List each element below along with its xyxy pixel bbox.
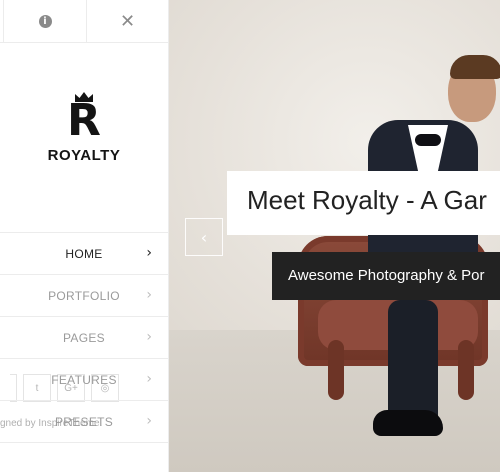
slider-prev-button[interactable]: ‹	[185, 218, 223, 256]
chevron-left-icon: ‹	[200, 227, 208, 247]
info-button[interactable]: i	[4, 0, 87, 42]
slide-headline-text: Meet Royalty - A Gar	[247, 185, 487, 215]
sidebar-toolbar: i ✕	[0, 0, 168, 43]
menu-item-label: PRESETS	[54, 414, 114, 429]
menu-item-label: HOME	[65, 246, 103, 261]
menu-item-label: PAGES	[63, 330, 105, 345]
slide-headline: Meet Royalty - A Gar	[227, 171, 500, 235]
logo-name: ROYALTY	[47, 147, 121, 164]
bow-tie	[415, 134, 441, 146]
man-shoe	[373, 410, 443, 436]
menu-item-features[interactable]: FEATURES ›	[0, 358, 168, 400]
close-icon: ✕	[119, 10, 136, 32]
menu-item-label: FEATURES	[51, 372, 117, 387]
chevron-right-icon: ›	[146, 287, 152, 303]
menu-item-pages[interactable]: PAGES ›	[0, 316, 168, 358]
logo-letter: R	[67, 95, 101, 146]
slide-subheadline: Awesome Photography & Por	[272, 252, 500, 300]
armchair-leg	[328, 340, 344, 400]
info-icon: i	[38, 14, 52, 28]
chevron-right-icon: ›	[146, 329, 152, 345]
chevron-right-icon: ›	[146, 245, 152, 261]
menu-item-home[interactable]: HOME ›	[0, 232, 168, 274]
menu-item-label: PORTFOLIO	[48, 288, 120, 303]
menu-item-presets[interactable]: PRESETS ›	[0, 400, 168, 443]
close-button[interactable]: ✕	[87, 0, 168, 42]
man-hair	[450, 55, 500, 79]
chevron-right-icon: ›	[146, 413, 152, 429]
chevron-right-icon: ›	[146, 371, 152, 387]
sidebar: i ✕ R ROYALTY t G+ ◎ gned by InspireThem…	[0, 0, 169, 472]
slide-subheadline-text: Awesome Photography & Por	[288, 267, 485, 284]
menu-item-portfolio[interactable]: PORTFOLIO ›	[0, 274, 168, 316]
brand-logo[interactable]: R ROYALTY	[0, 92, 168, 164]
armchair-leg	[458, 340, 474, 400]
main-menu: HOME › PORTFOLIO › PAGES › FEATURES › PR…	[0, 232, 168, 443]
